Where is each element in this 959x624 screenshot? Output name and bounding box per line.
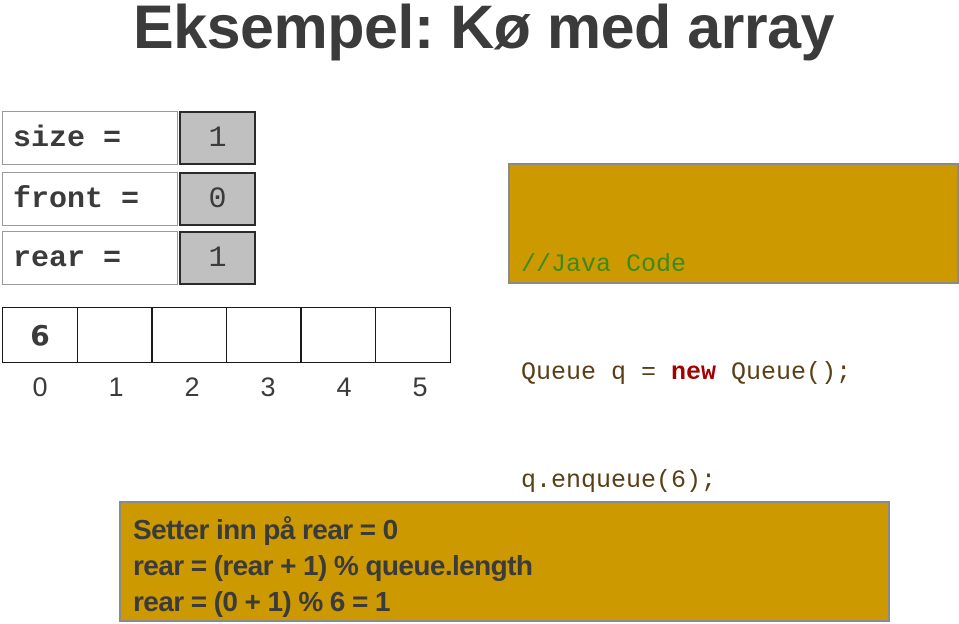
array-index: 4 (336, 372, 352, 402)
code-keyword: new (671, 358, 717, 387)
variable-label: rear = (2, 231, 178, 285)
variable-row-size: size = 1 (2, 111, 256, 165)
code-box: //Java Code Queue q = new Queue(); q.enq… (508, 163, 959, 495)
code-text: Queue q = (521, 358, 672, 387)
code-comment: //Java Code (521, 250, 687, 279)
array-cell: 6 (2, 307, 78, 363)
variable-value: 0 (179, 172, 256, 226)
array-index: 2 (184, 372, 200, 402)
variable-label: front = (2, 172, 178, 226)
explanation-line: Setter inn på rear = 0 (133, 514, 398, 545)
array-index: 5 (412, 372, 428, 402)
array-cell (374, 307, 451, 363)
page-title: Eksempel: Kø med array (133, 0, 834, 61)
variable-value: 1 (179, 111, 256, 165)
array-cell (300, 307, 376, 363)
variable-row-front: front = 0 (2, 172, 256, 226)
array-cell (151, 307, 227, 363)
explanation-line: rear = (rear + 1) % queue.length (133, 550, 533, 581)
variable-value: 1 (179, 231, 256, 285)
array-index: 0 (32, 372, 48, 402)
code-line-declaration: Queue q = new Queue(); (521, 355, 957, 391)
array-index: 1 (108, 372, 124, 402)
queue-array: 6 (2, 307, 451, 363)
code-line-enqueue: q.enqueue(6); (521, 466, 717, 495)
array-index: 3 (260, 372, 276, 402)
explanation-line: rear = (0 + 1) % 6 = 1 (133, 586, 390, 617)
variable-row-rear: rear = 1 (2, 231, 256, 285)
code-text: Queue(); (716, 358, 852, 387)
variable-label: size = (2, 111, 178, 165)
array-cell (225, 307, 302, 363)
array-indices: 0 1 2 3 4 5 (2, 372, 458, 403)
explanation-box: Setter inn på rear = 0 rear = (rear + 1)… (119, 501, 890, 622)
array-cell (76, 307, 153, 363)
